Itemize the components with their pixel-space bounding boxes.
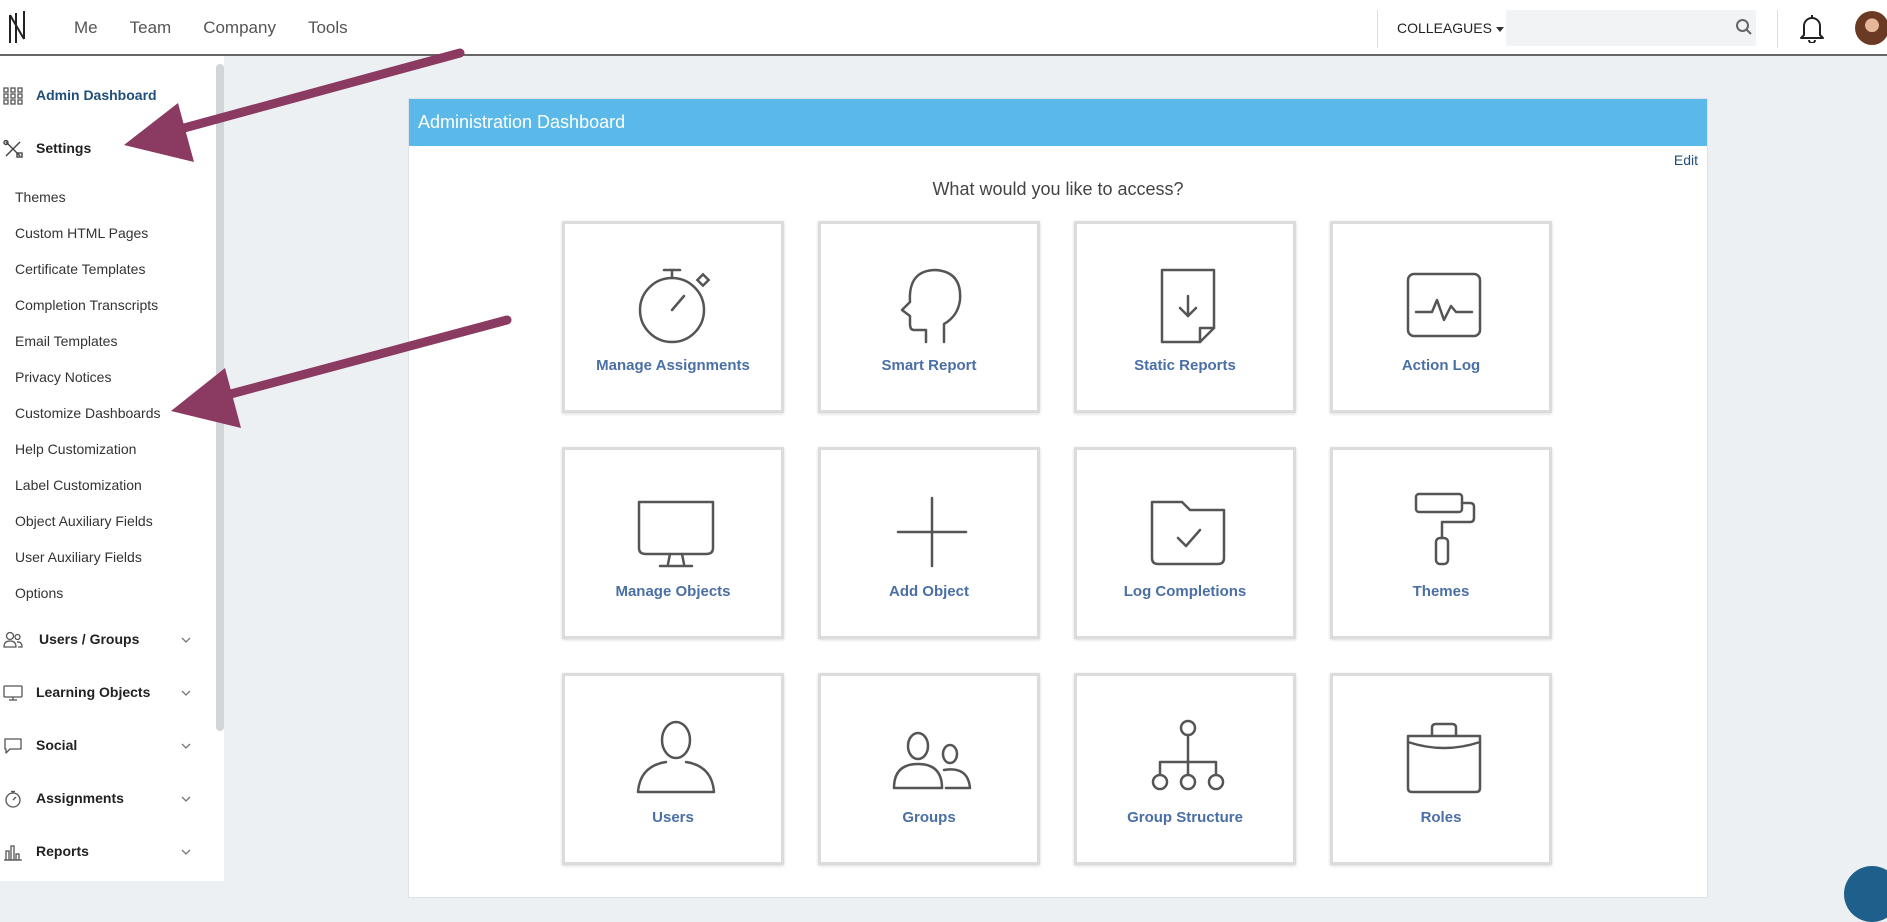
tile-static-reports[interactable]: Static Reports <box>1074 221 1296 413</box>
tile-add-object[interactable]: Add Object <box>818 447 1040 639</box>
edit-link[interactable]: Edit <box>1674 152 1698 168</box>
tile-groups[interactable]: Groups <box>818 673 1040 865</box>
head-profile-icon <box>900 268 962 344</box>
tile-label: Static Reports <box>1134 357 1236 374</box>
tile-label: Themes <box>1412 583 1470 600</box>
user-icon <box>636 720 716 794</box>
chevron-down-icon <box>181 743 191 749</box>
tile-smart-report[interactable]: Smart Report <box>818 221 1040 413</box>
chat-launcher-button[interactable] <box>1844 866 1887 922</box>
sidebar-item-settings[interactable]: Settings <box>0 131 200 167</box>
sidebar-item-label: Reports <box>36 843 89 859</box>
tile-roles[interactable]: Roles <box>1330 673 1552 865</box>
divider <box>1377 10 1378 48</box>
colleagues-dropdown[interactable]: COLLEAGUES <box>1397 0 1504 56</box>
tile-label: Manage Assignments <box>596 357 750 374</box>
sidebar-item-social[interactable]: Social <box>0 728 200 764</box>
sidebar-item-label: Admin Dashboard <box>36 87 157 103</box>
document-download-icon <box>1160 268 1216 344</box>
settings-link-completion-transcripts[interactable]: Completion Transcripts <box>15 296 158 314</box>
chevron-down-icon <box>181 849 191 855</box>
sidebar-item-label: Settings <box>36 140 92 156</box>
tile-label: Users <box>652 809 694 826</box>
settings-link-help-customization[interactable]: Help Customization <box>15 440 136 458</box>
tile-label: Manage Objects <box>615 583 731 600</box>
access-prompt: What would you like to access? <box>932 179 1184 199</box>
top-nav: Me Team Company Tools <box>58 0 364 56</box>
settings-link-customize-dashboards[interactable]: Customize Dashboards <box>15 404 161 422</box>
admin-dashboard-panel: Administration Dashboard Edit What would… <box>408 98 1708 898</box>
chevron-down-icon <box>181 690 191 696</box>
tile-group-structure[interactable]: Group Structure <box>1074 673 1296 865</box>
chevron-down-icon <box>181 637 191 643</box>
sidebar-item-label: Social <box>36 737 78 753</box>
tile-label: Add Object <box>888 583 969 600</box>
tile-manage-objects[interactable]: Manage Objects <box>562 447 784 639</box>
tile-action-log[interactable]: Action Log <box>1330 221 1552 413</box>
chat-bubble-icon <box>4 738 22 754</box>
nav-team[interactable]: Team <box>114 0 188 56</box>
nav-me[interactable]: Me <box>58 0 114 56</box>
paint-roller-icon <box>1414 492 1476 566</box>
users-icon <box>3 631 23 648</box>
divider <box>1777 10 1778 48</box>
settings-link-custom-html-pages[interactable]: Custom HTML Pages <box>15 224 148 242</box>
tile-label: Smart Report <box>881 357 977 374</box>
tile-label: Groups <box>902 809 956 826</box>
nav-company[interactable]: Company <box>187 0 292 56</box>
stopwatch-icon <box>5 790 21 808</box>
sidebar-item-learning-objects[interactable]: Learning Objects <box>0 675 200 711</box>
sidebar-item-admin-dashboard[interactable]: Admin Dashboard <box>0 78 200 114</box>
grid-icon <box>3 87 23 105</box>
sidebar: Admin Dashboard Settings Themes Custom H… <box>0 56 224 881</box>
tile-log-completions[interactable]: Log Completions <box>1074 447 1296 639</box>
brand-logo[interactable] <box>6 9 30 45</box>
folder-check-icon <box>1150 500 1226 566</box>
tile-label: Action Log <box>1401 357 1481 374</box>
hierarchy-icon <box>1151 719 1225 791</box>
tile-users[interactable]: Users <box>562 673 784 865</box>
nav-tools[interactable]: Tools <box>292 0 364 56</box>
settings-link-options[interactable]: Options <box>15 584 63 602</box>
user-avatar[interactable] <box>1855 11 1887 45</box>
activity-pulse-icon <box>1406 272 1482 338</box>
plus-icon <box>896 496 968 568</box>
top-navbar: Me Team Company Tools COLLEAGUES <box>0 0 1887 56</box>
monitor-icon <box>3 685 23 701</box>
sidebar-item-reports[interactable]: Reports <box>0 834 200 870</box>
stopwatch-icon <box>638 268 711 344</box>
settings-link-label-customization[interactable]: Label Customization <box>15 476 142 494</box>
settings-link-email-templates[interactable]: Email Templates <box>15 332 117 350</box>
tile-themes[interactable]: Themes <box>1330 447 1552 639</box>
chevron-down-icon <box>181 796 191 802</box>
users-group-icon <box>892 731 972 790</box>
notification-bell-icon[interactable] <box>1798 13 1826 43</box>
search-icon[interactable] <box>1735 18 1753 36</box>
settings-link-themes[interactable]: Themes <box>15 188 66 206</box>
panel-title: Administration Dashboard <box>409 99 1707 146</box>
sidebar-item-label: Learning Objects <box>36 684 151 700</box>
briefcase-icon <box>1406 722 1482 794</box>
sidebar-item-label: Assignments <box>36 790 124 806</box>
tile-label: Roles <box>1420 809 1462 826</box>
monitor-icon <box>637 500 715 568</box>
colleagues-label: COLLEAGUES <box>1397 20 1492 36</box>
search-input[interactable] <box>1506 10 1756 46</box>
settings-link-certificate-templates[interactable]: Certificate Templates <box>15 260 145 278</box>
tile-label: Group Structure <box>1127 809 1243 826</box>
sidebar-scrollbar[interactable] <box>216 64 224 731</box>
tile-manage-assignments[interactable]: Manage Assignments <box>562 221 784 413</box>
settings-link-user-auxiliary-fields[interactable]: User Auxiliary Fields <box>15 548 142 566</box>
sidebar-item-users-groups[interactable]: Users / Groups <box>0 622 200 658</box>
tile-label: Log Completions <box>1123 583 1247 600</box>
caret-down-icon <box>1495 26 1504 32</box>
settings-link-privacy-notices[interactable]: Privacy Notices <box>15 368 111 386</box>
tools-icon <box>3 140 23 158</box>
sidebar-item-assignments[interactable]: Assignments <box>0 781 200 817</box>
sidebar-item-label: Users / Groups <box>39 631 140 647</box>
settings-link-object-auxiliary-fields[interactable]: Object Auxiliary Fields <box>15 512 153 530</box>
bar-chart-icon <box>4 845 22 861</box>
